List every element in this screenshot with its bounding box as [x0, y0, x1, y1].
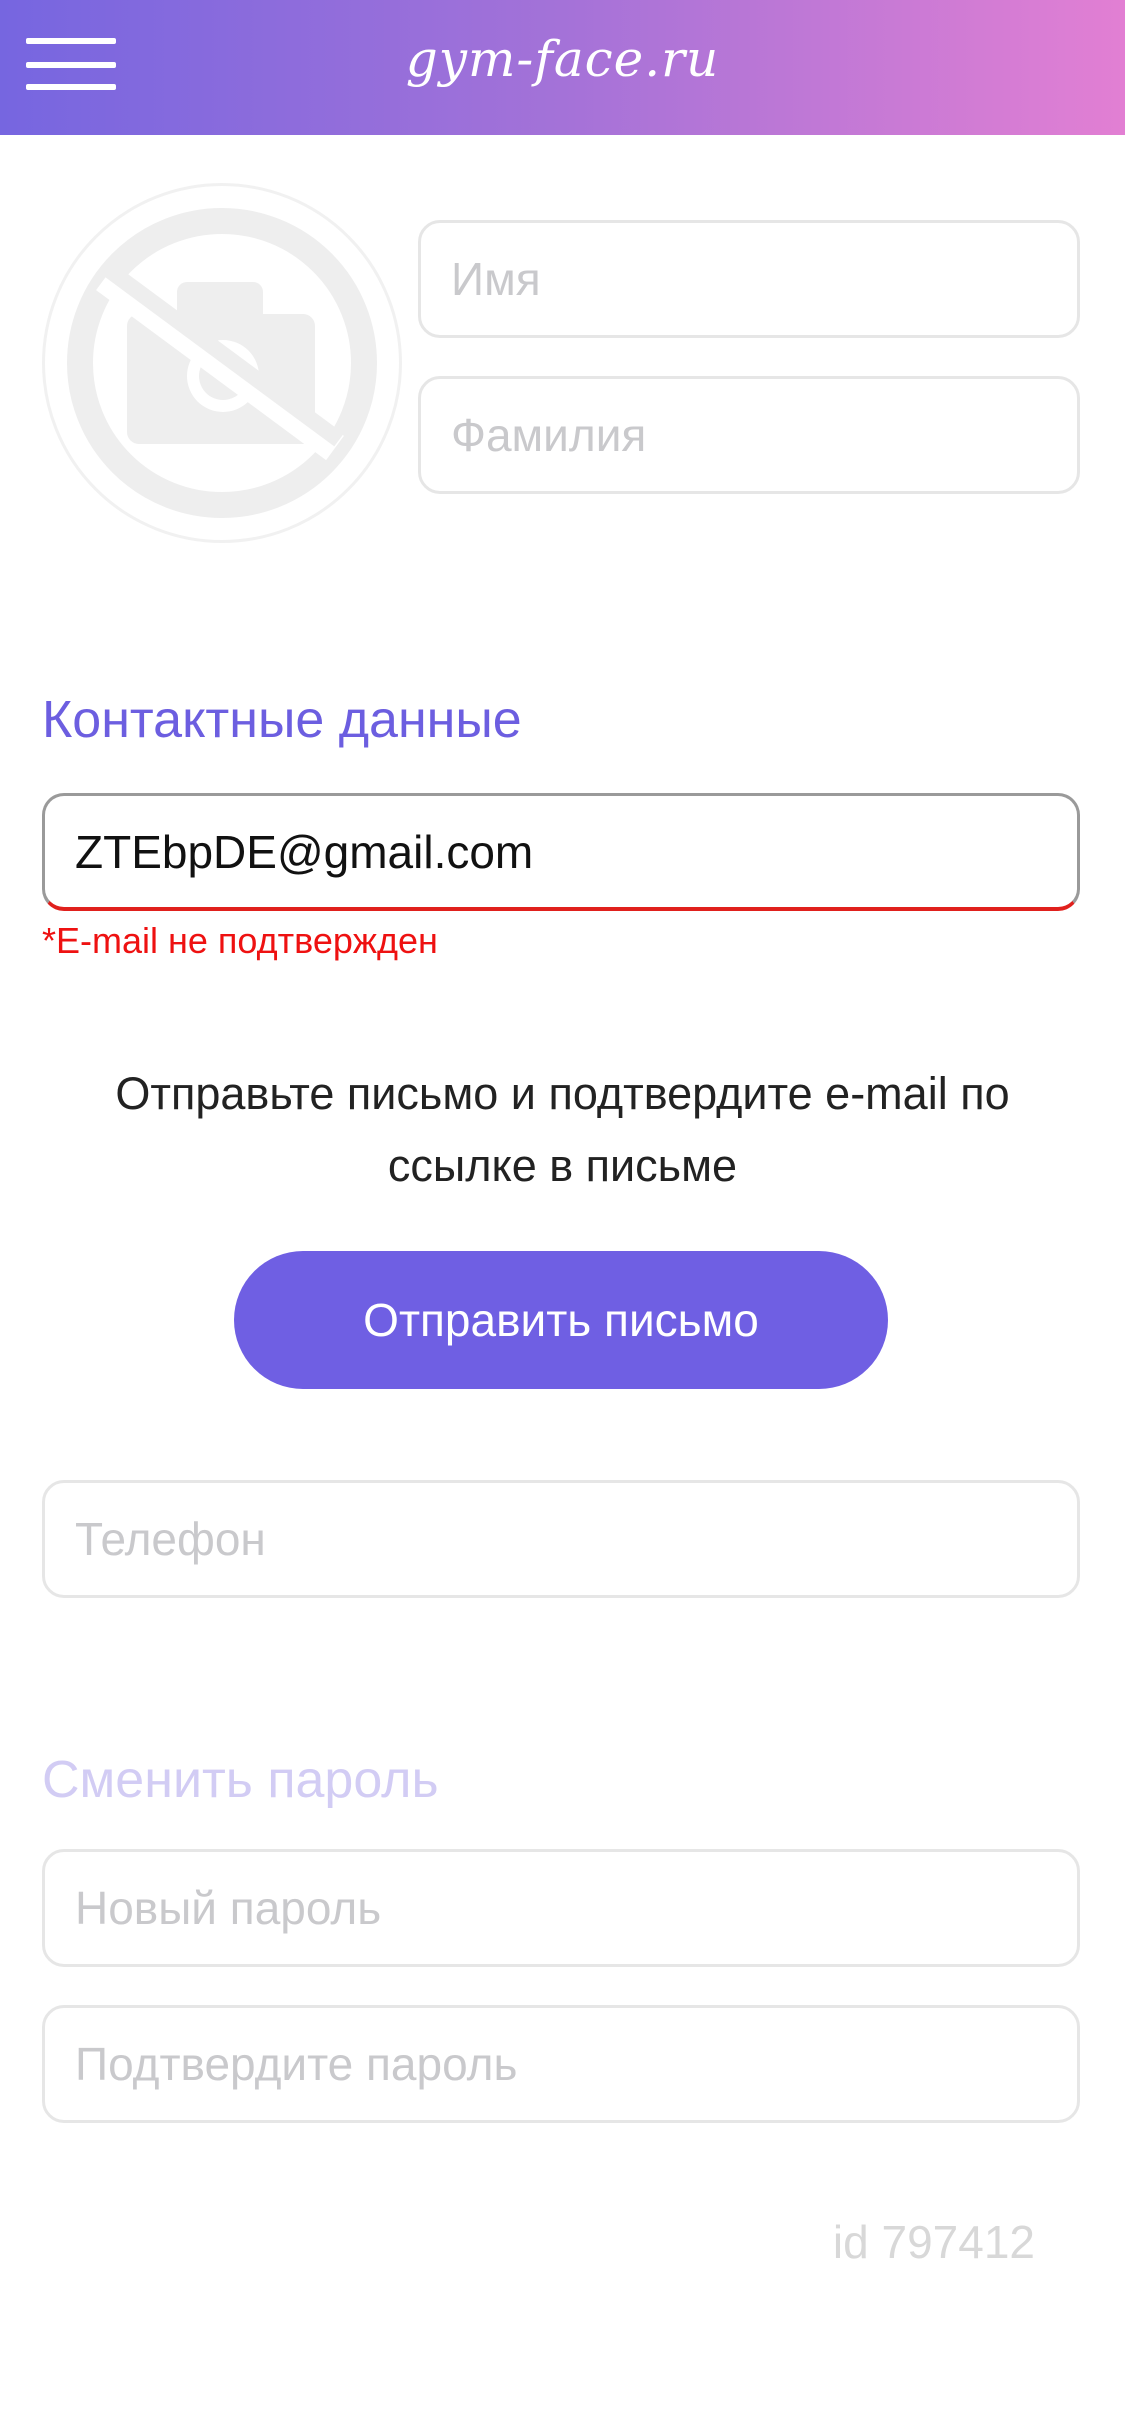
email-error-message: *E-mail не подтвержден: [42, 920, 438, 961]
send-email-button[interactable]: Отправить письмо: [234, 1251, 888, 1389]
last-name-input[interactable]: [418, 376, 1080, 494]
first-name-input[interactable]: [418, 220, 1080, 338]
email-input[interactable]: [42, 793, 1080, 911]
change-password-title: Сменить пароль: [42, 1751, 439, 1809]
phone-input[interactable]: [42, 1480, 1080, 1598]
site-logo-text[interactable]: gym-face.ru: [0, 30, 1125, 88]
top-header: gym-face.ru: [0, 0, 1125, 135]
no-photo-camera-icon: [67, 208, 377, 518]
user-id-label: id 797412: [832, 2216, 1035, 2268]
confirm-password-input[interactable]: [42, 2005, 1080, 2123]
email-confirm-info-text: Отправьте письмо и подтвердите e-mail по…: [115, 1068, 1010, 1191]
contacts-section-title: Контактные данные: [42, 691, 522, 749]
new-password-input[interactable]: [42, 1849, 1080, 1967]
profile-avatar[interactable]: [42, 183, 402, 543]
